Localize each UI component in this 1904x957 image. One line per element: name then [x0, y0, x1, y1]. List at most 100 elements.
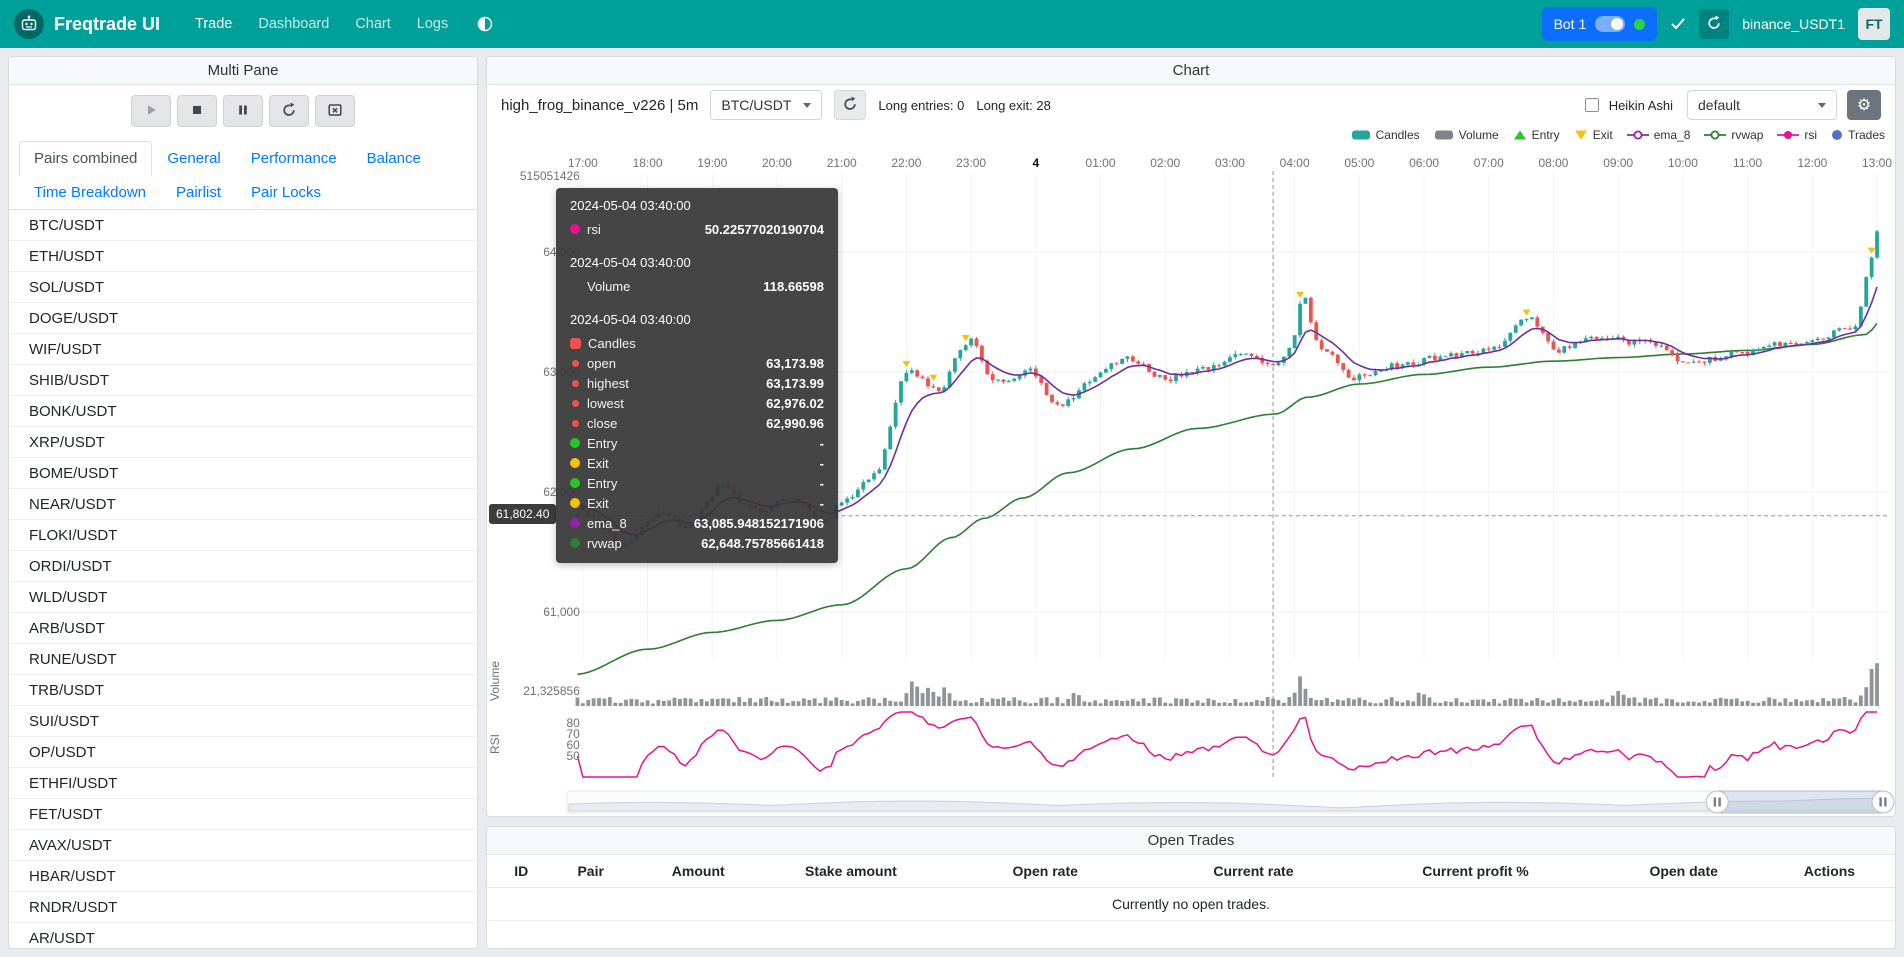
svg-text:19:00: 19:00: [697, 156, 727, 170]
heikin-ashi-checkbox[interactable]: [1585, 98, 1599, 112]
pair-list-item[interactable]: BONK/USDT: [9, 396, 477, 427]
svg-text:04:00: 04:00: [1280, 156, 1310, 170]
datazoom-handle-icon[interactable]: [1872, 791, 1894, 813]
pair-list-item[interactable]: BTC/USDT: [9, 210, 477, 241]
long-entries-stat: Long entries: 0: [878, 98, 964, 113]
legend-item-trades[interactable]: Trades: [1831, 128, 1885, 142]
tooltip-value: -: [820, 476, 824, 491]
pair-list-item[interactable]: BOME/USDT: [9, 458, 477, 489]
tooltip-value: -: [820, 436, 824, 451]
tooltip-value: -: [820, 456, 824, 471]
pair-list-item[interactable]: AVAX/USDT: [9, 830, 477, 861]
tab-pair-locks[interactable]: Pair Locks: [236, 175, 336, 210]
legend-item-candles[interactable]: Candles: [1351, 128, 1420, 142]
pair-list-item[interactable]: TRB/USDT: [9, 675, 477, 706]
pair-list-item[interactable]: WLD/USDT: [9, 582, 477, 613]
pair-list-item[interactable]: SOL/USDT: [9, 272, 477, 303]
pair-list-item[interactable]: SUI/USDT: [9, 706, 477, 737]
top-navbar: Freqtrade UI TradeDashboardChartLogs Bot…: [0, 0, 1904, 48]
tooltip-value: 62,976.02: [766, 396, 824, 411]
stop-button[interactable]: [177, 95, 217, 127]
nav-item-chart[interactable]: Chart: [344, 10, 401, 38]
pair-list-item[interactable]: SHIB/USDT: [9, 365, 477, 396]
tooltip-row: Entry-: [570, 473, 824, 493]
tooltip-row: lowest62,976.02: [570, 393, 824, 413]
pair-list-item[interactable]: NEAR/USDT: [9, 489, 477, 520]
open-trades-panel: Open Trades IDPairAmountStake amountOpen…: [486, 826, 1896, 949]
legend-label: Entry: [1532, 128, 1560, 142]
pair-list-item[interactable]: ORDI/USDT: [9, 551, 477, 582]
plot-config-select[interactable]: default: [1687, 90, 1837, 120]
pair-select[interactable]: BTC/USDT: [710, 90, 822, 120]
pair-list-item[interactable]: DOGE/USDT: [9, 303, 477, 334]
tab-pairs-combined[interactable]: Pairs combined: [19, 141, 152, 176]
tooltip-marker-icon: [570, 478, 580, 488]
bot-selector[interactable]: Bot 1: [1542, 7, 1658, 41]
tooltip-marker-icon: [570, 338, 581, 349]
theme-toggle-icon[interactable]: [477, 16, 493, 32]
svg-text:03:00: 03:00: [1215, 156, 1245, 170]
pair-select-value: BTC/USDT: [721, 97, 791, 113]
legend-item-volume[interactable]: Volume: [1434, 128, 1499, 142]
reload-button[interactable]: [269, 95, 309, 127]
pair-list-item[interactable]: RNDR/USDT: [9, 892, 477, 923]
pair-list-item[interactable]: ARB/USDT: [9, 613, 477, 644]
reload-icon: [281, 102, 297, 121]
global-refresh-button[interactable]: [1699, 9, 1729, 39]
svg-text:20:00: 20:00: [762, 156, 792, 170]
tab-performance[interactable]: Performance: [236, 141, 352, 176]
chart-refresh-button[interactable]: [834, 90, 866, 120]
datazoom-handle-icon[interactable]: [1706, 791, 1728, 813]
tooltip-marker-icon: [570, 518, 580, 528]
chart-area: Candles Volume Entry Exit ema_8 rvwap rsi Trade…: [487, 125, 1895, 816]
legend-item-entry[interactable]: Entry: [1513, 128, 1560, 142]
column-header-open-date: Open date: [1593, 863, 1773, 879]
legend-item-ema-8[interactable]: ema_8: [1627, 128, 1691, 142]
avatar[interactable]: FT: [1858, 8, 1890, 40]
legend-marker-ema-8-icon: [1627, 129, 1649, 141]
pair-list-item[interactable]: FET/USDT: [9, 799, 477, 830]
pair-list-item[interactable]: AR/USDT: [9, 923, 477, 948]
bot-running-toggle[interactable]: [1595, 16, 1625, 32]
trades-header-row: IDPairAmountStake amountOpen rateCurrent…: [487, 855, 1895, 888]
pair-list-item[interactable]: ETH/USDT: [9, 241, 477, 272]
datazoom-slider[interactable]: [567, 791, 1894, 813]
pair-list-item[interactable]: FLOKI/USDT: [9, 520, 477, 551]
legend-item-rsi[interactable]: rsi: [1777, 128, 1817, 142]
freqtrade-robot-logo-icon: [14, 9, 44, 39]
pair-list-item[interactable]: OP/USDT: [9, 737, 477, 768]
strategy-label: high_frog_binance_v226 | 5m: [501, 97, 698, 114]
nav-item-trade[interactable]: Trade: [184, 10, 243, 38]
legend-item-rvwap[interactable]: rvwap: [1704, 128, 1763, 142]
nav-item-logs[interactable]: Logs: [406, 10, 459, 38]
pane-tabs: Pairs combinedGeneralPerformanceBalance T…: [9, 135, 477, 210]
svg-text:06:00: 06:00: [1409, 156, 1439, 170]
chart-tooltip: 2024-05-04 03:40:00rsi50.225770201907042…: [556, 188, 838, 563]
tab-general[interactable]: General: [152, 141, 235, 176]
tooltip-row: Candles: [570, 333, 824, 353]
tooltip-value: -: [820, 496, 824, 511]
close-window-button[interactable]: [315, 95, 355, 127]
tab-pairlist[interactable]: Pairlist: [161, 175, 236, 210]
pair-list-item[interactable]: HBAR/USDT: [9, 861, 477, 892]
tab-balance[interactable]: Balance: [352, 141, 436, 176]
pair-list-item[interactable]: XRP/USDT: [9, 427, 477, 458]
chart-toolbar-right: Heikin Ashi default ⚙: [1585, 90, 1881, 120]
nav-item-dashboard[interactable]: Dashboard: [247, 10, 340, 38]
plot-settings-button[interactable]: ⚙: [1847, 90, 1881, 120]
bot-controls: [9, 85, 477, 135]
play-button[interactable]: [131, 95, 171, 127]
gear-icon: ⚙: [1857, 95, 1871, 115]
login-info: binance_USDT1: [1742, 16, 1845, 32]
pause-button[interactable]: [223, 95, 263, 127]
brand[interactable]: Freqtrade UI: [14, 9, 160, 39]
pair-list-item[interactable]: ETHFI/USDT: [9, 768, 477, 799]
svg-text:02:00: 02:00: [1150, 156, 1180, 170]
tab-time-breakdown[interactable]: Time Breakdown: [19, 175, 161, 210]
pair-list-item[interactable]: RUNE/USDT: [9, 644, 477, 675]
main-content: Multi Pane Pairs combinedGeneralPerforma…: [0, 48, 1904, 957]
pair-list-item[interactable]: WIF/USDT: [9, 334, 477, 365]
chevron-down-icon: [1818, 103, 1826, 108]
legend-item-exit[interactable]: Exit: [1574, 128, 1613, 142]
svg-text:21,325856: 21,325856: [523, 684, 580, 698]
